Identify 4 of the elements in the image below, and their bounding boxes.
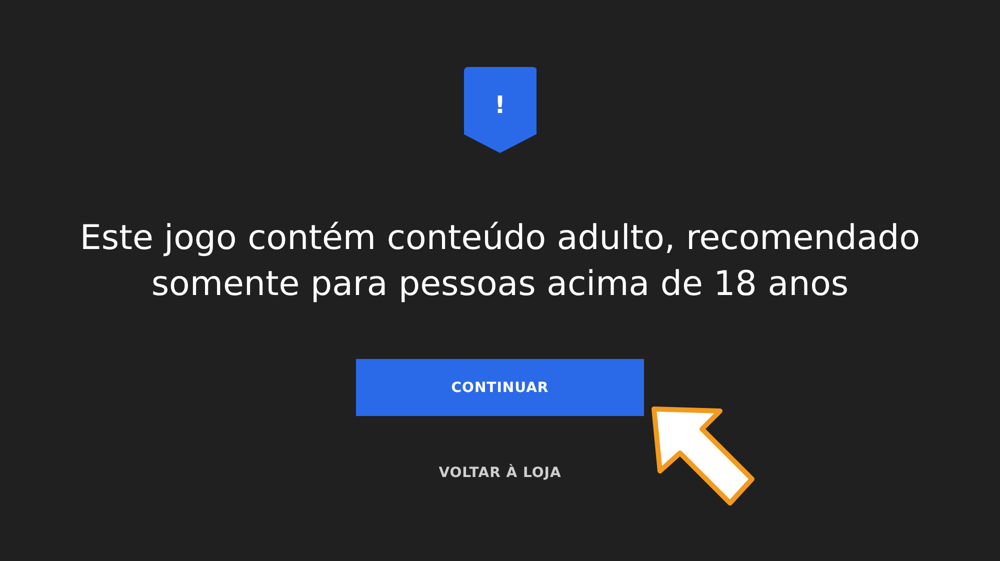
warning-message: Este jogo contém conteúdo adulto, recomendado somente para pessoas acima de 18 anos	[78, 217, 922, 306]
back-to-store-link[interactable]: VOLTAR À LOJA	[434, 463, 566, 483]
warning-badge: !	[464, 67, 536, 153]
continue-button[interactable]: CONTINUAR	[356, 359, 644, 416]
